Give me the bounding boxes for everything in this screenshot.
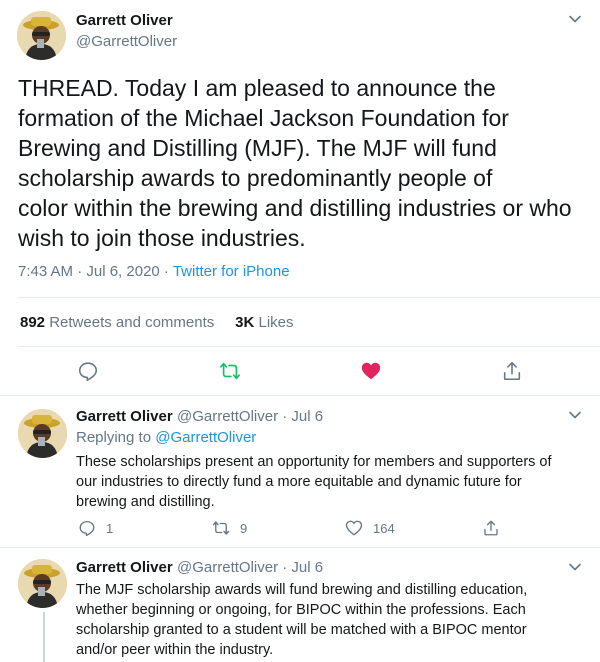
- retweets-label: Retweets and comments: [49, 314, 215, 331]
- retweet-icon: [220, 362, 240, 380]
- share-button[interactable]: [482, 519, 510, 537]
- author-name[interactable]: Garrett Oliver: [76, 12, 173, 29]
- replying-to-link[interactable]: @GarrettOliver: [155, 429, 256, 446]
- likes-stat[interactable]: 3K Likes: [235, 314, 293, 331]
- share-icon: [503, 361, 521, 381]
- tweet-stats: 892 Retweets and comments 3K Likes: [20, 314, 294, 331]
- author-name[interactable]: Garrett Oliver: [76, 408, 173, 425]
- retweet-icon: [212, 521, 230, 535]
- reply-text-line: The MJF scholarship awards will fund bre…: [76, 582, 528, 598]
- reply-text-line: brewing and distilling.: [76, 494, 215, 510]
- tweet-timestamp[interactable]: 7:43 AM · Jul 6, 2020 ·: [18, 263, 173, 280]
- tweet-text-line: scholarship awards to predominantly peop…: [18, 165, 493, 191]
- author-handle-date[interactable]: @GarrettOliver · Jul 6: [177, 408, 323, 425]
- reply-text-line: and/or peer within the industry.: [76, 642, 274, 658]
- retweets-count: 892: [20, 314, 46, 331]
- avatar[interactable]: [18, 409, 67, 458]
- reply-tweet[interactable]: Garrett Oliver @GarrettOliver · Jul 6 Re…: [0, 396, 600, 548]
- author-handle-date[interactable]: @GarrettOliver · Jul 6: [177, 559, 323, 576]
- retweet-button[interactable]: 9: [212, 519, 247, 537]
- reply-text-line: These scholarships present an opportunit…: [76, 454, 552, 470]
- main-tweet: Garrett Oliver @GarrettOliver THREAD. To…: [0, 0, 600, 396]
- replying-to: Replying to @GarrettOliver: [76, 429, 256, 446]
- divider: [18, 346, 600, 347]
- thread-line: [43, 612, 45, 662]
- tweet-meta: 7:43 AM · Jul 6, 2020 · Twitter for iPho…: [18, 263, 290, 280]
- tweet-text-line: color within the brewing and distilling …: [18, 195, 572, 221]
- avatar-image: [18, 559, 67, 608]
- like-count: 164: [373, 520, 395, 536]
- tweet-text-line: wish to join those industries.: [18, 225, 306, 251]
- chevron-down-icon[interactable]: [568, 560, 582, 574]
- tweet-text-line: formation of the Michael Jackson Foundat…: [18, 105, 509, 131]
- like-button[interactable]: [360, 360, 382, 382]
- avatar-image: [17, 11, 66, 60]
- reply-text: These scholarships present an opportunit…: [76, 452, 586, 512]
- reply-text-line: whether beginning or ongoing, for BIPOC …: [76, 602, 526, 618]
- like-button[interactable]: 164: [345, 519, 395, 537]
- chevron-down-icon[interactable]: [568, 408, 582, 422]
- retweet-button[interactable]: [219, 360, 241, 382]
- share-button[interactable]: [501, 360, 523, 382]
- reply-button[interactable]: 1: [78, 519, 113, 537]
- retweets-stat[interactable]: 892 Retweets and comments: [20, 314, 214, 331]
- comment-icon: [78, 362, 98, 381]
- reply-text: The MJF scholarship awards will fund bre…: [76, 580, 586, 660]
- reply-count: 1: [106, 520, 114, 536]
- heart-icon: [345, 520, 363, 536]
- author-name[interactable]: Garrett Oliver: [76, 559, 173, 576]
- author-handle[interactable]: @GarrettOliver: [76, 33, 177, 50]
- tweet-text-line: THREAD. Today I am pleased to announce t…: [18, 75, 496, 101]
- replying-to-prefix: Replying to: [76, 429, 156, 446]
- likes-count: 3K: [235, 314, 255, 331]
- share-icon: [484, 520, 498, 536]
- reply-tweet[interactable]: Garrett Oliver @GarrettOliver · Jul 6 Th…: [0, 548, 600, 662]
- likes-label: Likes: [258, 314, 294, 331]
- avatar[interactable]: [17, 11, 66, 60]
- divider: [18, 297, 600, 298]
- avatar-image: [18, 409, 67, 458]
- tweet-source[interactable]: Twitter for iPhone: [173, 263, 290, 280]
- reply-button[interactable]: [77, 360, 99, 382]
- chevron-down-icon[interactable]: [568, 12, 582, 26]
- retweet-count: 9: [240, 520, 248, 536]
- reply-text-line: scholarship granted to a student will be…: [76, 622, 527, 638]
- heart-icon: [361, 362, 381, 380]
- reply-text-line: our industries to directly fund a more e…: [76, 474, 522, 490]
- comment-icon: [79, 520, 95, 537]
- tweet-text-line: Brewing and Distilling (MJF). The MJF wi…: [18, 135, 497, 161]
- tweet-text: THREAD. Today I am pleased to announce t…: [18, 73, 588, 253]
- avatar[interactable]: [18, 559, 67, 608]
